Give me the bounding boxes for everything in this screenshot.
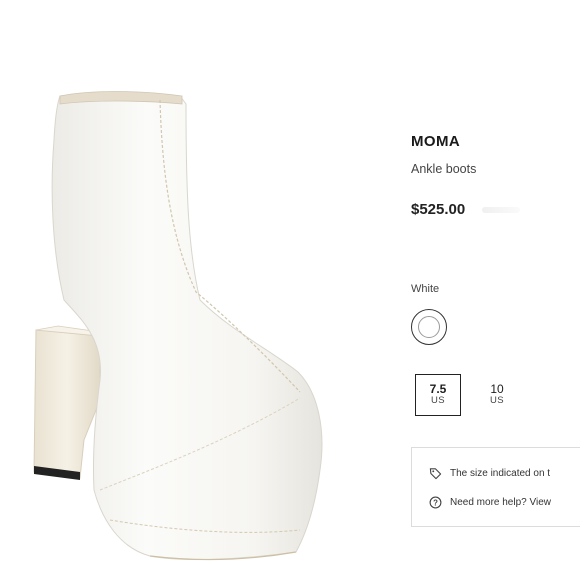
tag-icon: [429, 468, 442, 480]
swatch-fill: [418, 316, 440, 338]
help-row[interactable]: ? Need more help? View: [429, 496, 551, 509]
size-option-7-5[interactable]: 7.5 US: [415, 374, 461, 416]
color-swatch-white[interactable]: [411, 309, 447, 345]
product-category: Ankle boots: [411, 162, 477, 176]
help-text[interactable]: Need more help? View: [450, 497, 551, 508]
size-note-row: The size indicated on t: [429, 467, 550, 480]
help-circle-icon: ?: [429, 496, 442, 509]
price-placeholder: [482, 207, 520, 213]
color-label: White: [411, 283, 440, 295]
size-option-10[interactable]: 10 US: [474, 374, 520, 416]
size-unit: US: [431, 395, 445, 407]
brand-name[interactable]: MOMA: [411, 133, 460, 150]
svg-text:?: ?: [433, 498, 438, 507]
size-note-text: The size indicated on t: [450, 468, 551, 479]
size-info-box: The size indicated on t ? Need more help…: [411, 447, 580, 527]
size-unit: US: [490, 395, 504, 407]
product-price: $525.00: [411, 201, 466, 218]
product-image: [33, 91, 323, 561]
product-page: MOMA Ankle boots $525.00 White 7.5 US 10…: [0, 0, 580, 580]
